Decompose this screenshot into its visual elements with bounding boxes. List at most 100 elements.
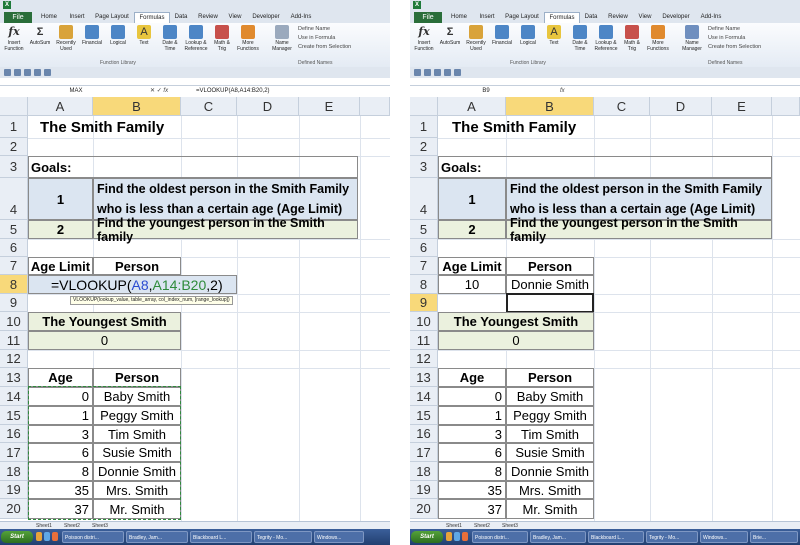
tab-add-ins[interactable]: Add-Ins: [696, 12, 726, 23]
row-header-3[interactable]: 3: [0, 156, 28, 178]
table-person-cell[interactable]: Tim Smith: [506, 425, 594, 443]
goal-1-text[interactable]: Find the oldest person in the Smith Fami…: [506, 178, 772, 220]
row-header-17[interactable]: 17: [0, 443, 28, 462]
insert-function-button[interactable]: fx Insert Function: [412, 25, 436, 57]
person-header[interactable]: Person: [93, 257, 181, 275]
more-functions-button[interactable]: More Functions: [646, 25, 670, 57]
insert-function-button[interactable]: fx Insert Function: [2, 25, 26, 57]
taskbar-item[interactable]: Poisson distri...: [62, 531, 124, 543]
row-header-16[interactable]: 16: [410, 425, 438, 443]
date-time-button[interactable]: Date & Time: [158, 25, 182, 57]
row-header-12[interactable]: 12: [410, 350, 438, 368]
person-header-2[interactable]: Person: [506, 368, 594, 387]
open-icon[interactable]: [454, 69, 461, 76]
logical-button[interactable]: Logical: [516, 25, 540, 57]
recently-used-button[interactable]: Recently Used: [54, 25, 78, 57]
text-button[interactable]: A Text: [132, 25, 156, 57]
age-limit-header[interactable]: Age Limit: [438, 257, 506, 275]
row-header-20[interactable]: 20: [0, 499, 28, 519]
tab-formulas[interactable]: Formulas: [544, 12, 580, 23]
row-header-17[interactable]: 17: [410, 443, 438, 462]
fx-icon[interactable]: fx: [163, 88, 168, 94]
row-header-10[interactable]: 10: [0, 312, 28, 331]
redo-icon[interactable]: [434, 69, 441, 76]
name-box[interactable]: MAX: [2, 87, 150, 96]
tab-home[interactable]: Home: [36, 12, 62, 23]
row-header-7[interactable]: 7: [410, 257, 438, 275]
tab-home[interactable]: Home: [446, 12, 472, 23]
row-header-2[interactable]: 2: [410, 138, 438, 156]
row-header-19[interactable]: 19: [410, 481, 438, 499]
table-age-cell[interactable]: 35: [438, 481, 506, 499]
tab-page-layout[interactable]: Page Layout: [502, 12, 542, 23]
table-age-cell[interactable]: 37: [438, 499, 506, 519]
lookup-reference-button[interactable]: Lookup & Reference: [184, 25, 208, 57]
new-icon[interactable]: [34, 69, 41, 76]
youngest-header[interactable]: The Youngest Smith: [28, 312, 181, 331]
taskbar-item[interactable]: Windows...: [700, 531, 748, 543]
row-header-19[interactable]: 19: [0, 481, 28, 499]
row-header-6[interactable]: 6: [0, 239, 28, 257]
recently-used-button[interactable]: Recently Used: [464, 25, 488, 57]
goal-2-number[interactable]: 2: [28, 220, 93, 239]
column-header-e[interactable]: E: [712, 97, 772, 116]
tab-view[interactable]: View: [634, 12, 656, 23]
row-header-18[interactable]: 18: [410, 462, 438, 481]
person-result[interactable]: Donnie Smith: [506, 275, 594, 294]
use-in-formula-button[interactable]: Use in Formula: [708, 35, 745, 42]
row-header-13[interactable]: 13: [0, 368, 28, 387]
tab-data[interactable]: Data: [580, 12, 602, 23]
row-header-8[interactable]: 8: [0, 275, 28, 294]
logical-button[interactable]: Logical: [106, 25, 130, 57]
formula-edit-cell[interactable]: =VLOOKUP(A8, A14:B20,2): [28, 275, 237, 294]
column-header-b[interactable]: B: [93, 97, 181, 116]
table-age-cell[interactable]: 1: [438, 406, 506, 425]
row-header-6[interactable]: 6: [410, 239, 438, 257]
open-icon[interactable]: [44, 69, 51, 76]
taskbar-item[interactable]: Blackboard L...: [190, 531, 252, 543]
create-from-selection-button[interactable]: Create from Selection: [298, 44, 351, 51]
row-header-15[interactable]: 15: [410, 406, 438, 425]
youngest-value[interactable]: 0: [28, 331, 181, 350]
column-header-e[interactable]: E: [299, 97, 360, 116]
table-age-cell[interactable]: 3: [438, 425, 506, 443]
table-person-cell[interactable]: Donnie Smith: [506, 462, 594, 481]
save-icon[interactable]: [414, 69, 421, 76]
goal-1-number[interactable]: 1: [438, 178, 506, 220]
taskbar-item[interactable]: Bradley, Jam...: [126, 531, 188, 543]
tab-file[interactable]: File: [4, 12, 32, 23]
select-all-corner[interactable]: [410, 97, 438, 116]
quicklaunch-icon[interactable]: [462, 532, 468, 541]
table-person-cell[interactable]: Mrs. Smith: [506, 481, 594, 499]
row-header-1[interactable]: 1: [0, 116, 28, 138]
tab-view[interactable]: View: [224, 12, 246, 23]
table-person-cell[interactable]: Susie Smith: [506, 443, 594, 462]
row-header-20[interactable]: 20: [410, 499, 438, 519]
tab-formulas[interactable]: Formulas: [134, 12, 170, 23]
date-time-button[interactable]: Date & Time: [568, 25, 592, 57]
row-header-15[interactable]: 15: [0, 406, 28, 425]
goal-1-number[interactable]: 1: [28, 178, 93, 220]
person-header[interactable]: Person: [506, 257, 594, 275]
name-box[interactable]: B9: [412, 87, 560, 96]
new-icon[interactable]: [444, 69, 451, 76]
age-limit-value[interactable]: 10: [438, 275, 506, 294]
taskbar-item[interactable]: Blackboard L...: [588, 531, 644, 543]
taskbar-item[interactable]: Brie...: [750, 531, 798, 543]
table-person-cell[interactable]: Mr. Smith: [506, 499, 594, 519]
table-person-cell[interactable]: Peggy Smith: [506, 406, 594, 425]
row-header-4[interactable]: 4: [410, 178, 438, 220]
goal-2-text[interactable]: Find the youngest person in the Smith fa…: [506, 216, 772, 244]
define-name-button[interactable]: Define Name: [708, 26, 740, 33]
row-header-9[interactable]: 9: [410, 294, 438, 312]
row-header-1[interactable]: 1: [410, 116, 438, 138]
row-header-14[interactable]: 14: [0, 387, 28, 406]
undo-icon[interactable]: [14, 69, 21, 76]
row-header-18[interactable]: 18: [0, 462, 28, 481]
age-header[interactable]: Age: [438, 368, 506, 387]
formula-input[interactable]: =VLOOKUP(A8,A14:B20,2): [196, 87, 270, 96]
quicklaunch-icon[interactable]: [36, 532, 42, 541]
youngest-header[interactable]: The Youngest Smith: [438, 312, 594, 331]
column-header-d[interactable]: D: [237, 97, 299, 116]
financial-button[interactable]: Financial: [80, 25, 104, 57]
